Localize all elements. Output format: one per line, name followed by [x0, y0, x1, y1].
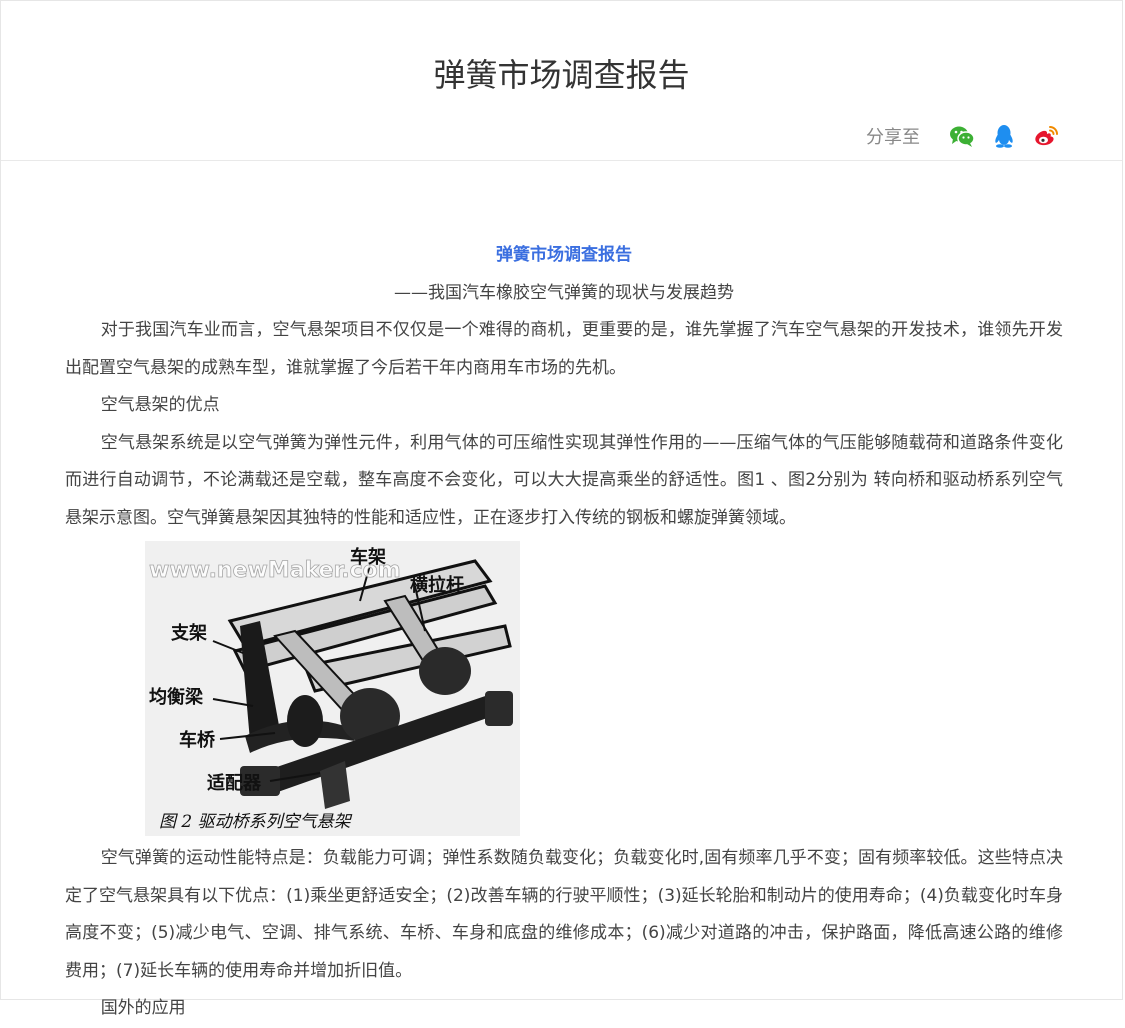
weibo-icon[interactable] — [1032, 122, 1060, 150]
label-tie-rod: 横拉杆 — [410, 574, 464, 596]
page-title: 弹簧市场调查报告 — [433, 56, 690, 94]
paragraph-performance: 空气弹簧的运动性能特点是：负载能力可调；弹性系数随负载变化；负载变化时,固有频率… — [65, 848, 1063, 981]
suspension-diagram: www.newMaker.com 车架 横拉杆 支架 均衡梁 车桥 适配器 图 … — [145, 541, 520, 836]
share-label: 分享至 — [866, 127, 920, 148]
figure-drive-axle-suspension: www.newMaker.com 车架 横拉杆 支架 均衡梁 车桥 适配器 图 … — [145, 541, 520, 836]
paragraph-intro: 对于我国汽车业而言，空气悬架项目不仅仅是一个难得的商机，更重要的是，谁先掌握了汽… — [65, 320, 1063, 378]
page-header: 弹簧市场调查报告 分享至 — [1, 1, 1122, 161]
qq-icon[interactable] — [990, 122, 1018, 150]
paragraph-air-suspension: 空气悬架系统是以空气弹簧为弹性元件，利用气体的可压缩性实现其弹性作用的——压缩气… — [65, 432, 1063, 528]
label-equalizer: 均衡梁 — [149, 686, 204, 708]
label-adapter: 适配器 — [207, 773, 262, 794]
figure-caption: 图 2 驱动桥系列空气悬架 — [159, 812, 353, 832]
wechat-icon[interactable] — [948, 122, 976, 150]
section-heading-foreign: 国外的应用 — [100, 998, 186, 1018]
section-heading-advantages: 空气悬架的优点 — [100, 395, 220, 415]
page: 弹簧市场调查报告 分享至 弹簧市场调查报告 ——我国汽车橡胶空气弹簧的现状与发展… — [0, 0, 1123, 1018]
share-bar: 分享至 — [866, 121, 1060, 151]
article-body: 弹簧市场调查报告 ——我国汽车橡胶空气弹簧的现状与发展趋势 对于我国汽车业而言，… — [65, 237, 1063, 1028]
label-frame: 车架 — [350, 546, 386, 568]
label-bracket: 支架 — [170, 622, 207, 644]
article-title: 弹簧市场调查报告 — [496, 245, 632, 265]
label-axle: 车桥 — [179, 729, 216, 751]
article-subtitle: ——我国汽车橡胶空气弹簧的现状与发展趋势 — [394, 282, 734, 303]
